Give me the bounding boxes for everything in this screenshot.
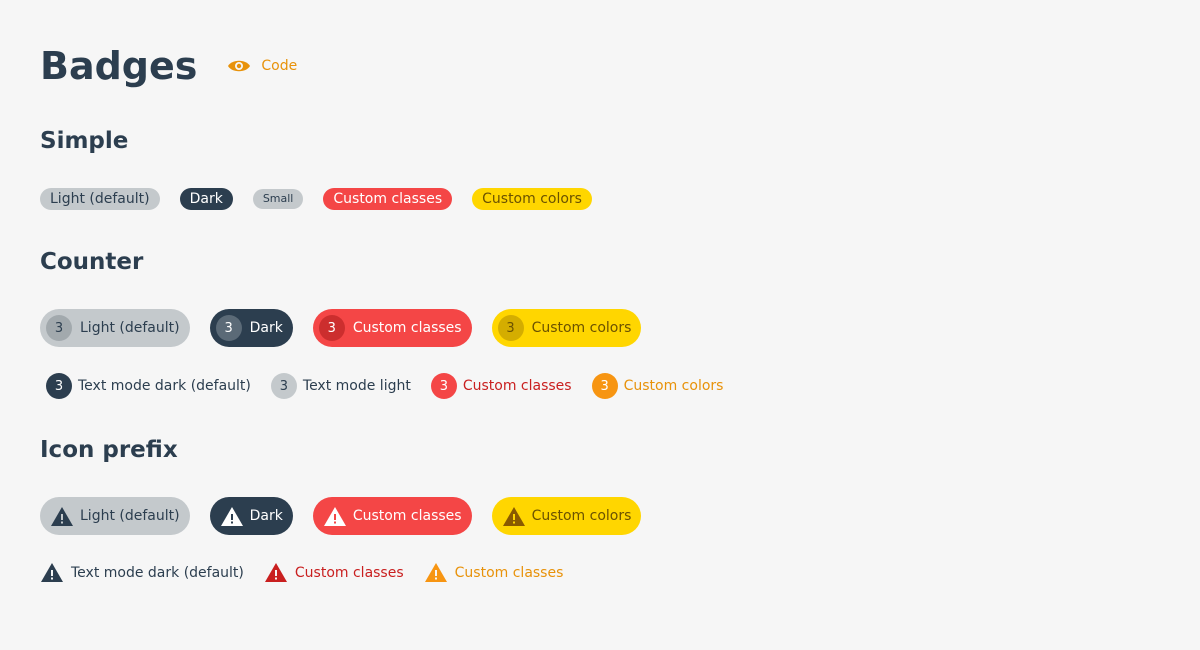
icon-pill-label: Light (default)	[80, 508, 180, 524]
icon-text-label: Custom classes	[454, 564, 564, 581]
counter-text-dark: 3 Text mode dark (default)	[46, 373, 251, 399]
counter-text-label: Custom classes	[462, 378, 572, 394]
counter-pill-label: Dark	[249, 320, 283, 336]
simple-badges-row: Light (default) Dark Small Custom classe…	[40, 188, 612, 210]
badge-custom-classes: Custom classes	[323, 188, 453, 210]
counter-pills-row: 3 Light (default) 3 Dark 3 Custom classe…	[40, 309, 661, 347]
counter-text-label: Custom colors	[623, 378, 724, 394]
badge-light: Light (default)	[40, 188, 160, 210]
warning-icon	[51, 506, 73, 526]
counter-pill-light: 3 Light (default)	[40, 309, 190, 347]
icon-pill-dark: Dark	[209, 497, 293, 535]
counter-pill-label: Light (default)	[80, 320, 180, 336]
code-link-label: Code	[261, 58, 298, 74]
counter-dot: 3	[46, 373, 72, 399]
badge-custom-colors: Custom colors	[472, 188, 592, 210]
counter-value: 3	[215, 315, 242, 341]
warning-icon	[41, 563, 63, 582]
counter-value: 3	[497, 315, 524, 341]
counter-text-custom-colors: 3 Custom colors	[591, 373, 724, 399]
counter-dot: 3	[430, 373, 457, 399]
counter-dot: 3	[591, 373, 618, 399]
icon-pill-label: Custom colors	[531, 508, 632, 524]
section-title-icon-prefix: Icon prefix	[40, 437, 178, 463]
badge-dark: Dark	[179, 188, 233, 210]
section-title-counter: Counter	[40, 249, 144, 275]
counter-value: 3	[46, 315, 72, 341]
eye-icon	[228, 60, 251, 72]
icon-pills-row: Light (default) Dark Custom classes Cust…	[40, 497, 661, 535]
counter-pill-label: Custom colors	[531, 320, 632, 336]
icon-text-mode-row: Text mode dark (default) Custom classes …	[40, 562, 583, 583]
icon-text-dark: Text mode dark (default)	[40, 562, 244, 583]
code-link[interactable]: Code	[227, 58, 297, 74]
counter-pill-custom-classes: 3 Custom classes	[312, 309, 472, 347]
icon-text-custom-classes-orange: Custom classes	[424, 562, 564, 583]
icon-pill-custom-colors: Custom colors	[491, 497, 642, 535]
icon-pill-label: Custom classes	[352, 508, 462, 524]
counter-pill-label: Custom classes	[352, 320, 462, 336]
icon-text-label: Custom classes	[294, 564, 404, 581]
icon-text-custom-classes-red: Custom classes	[264, 562, 404, 583]
counter-text-label: Text mode light	[302, 378, 411, 394]
warning-icon	[220, 506, 243, 526]
section-title-simple: Simple	[40, 128, 129, 154]
counter-pill-dark: 3 Dark	[209, 309, 293, 347]
counter-pill-custom-colors: 3 Custom colors	[491, 309, 642, 347]
badges-page: Badges Code Simple Light (default) Dark …	[0, 0, 1200, 650]
icon-text-label: Text mode dark (default)	[71, 564, 244, 581]
badge-small: Small	[252, 189, 304, 209]
warning-icon	[424, 563, 447, 582]
warning-icon	[502, 506, 525, 526]
warning-icon	[323, 506, 346, 526]
icon-pill-light: Light (default)	[40, 497, 190, 535]
header: Badges Code	[40, 44, 297, 88]
counter-value: 3	[318, 315, 345, 341]
icon-pill-label: Dark	[249, 508, 283, 524]
warning-icon	[264, 563, 287, 582]
icon-pill-custom-classes: Custom classes	[312, 497, 472, 535]
counter-text-light: 3 Text mode light	[270, 373, 411, 399]
counter-text-mode-row: 3 Text mode dark (default) 3 Text mode l…	[46, 373, 743, 399]
counter-text-custom-classes: 3 Custom classes	[430, 373, 572, 399]
counter-dot: 3	[270, 373, 297, 399]
page-title: Badges	[40, 44, 198, 88]
counter-text-label: Text mode dark (default)	[78, 378, 251, 394]
